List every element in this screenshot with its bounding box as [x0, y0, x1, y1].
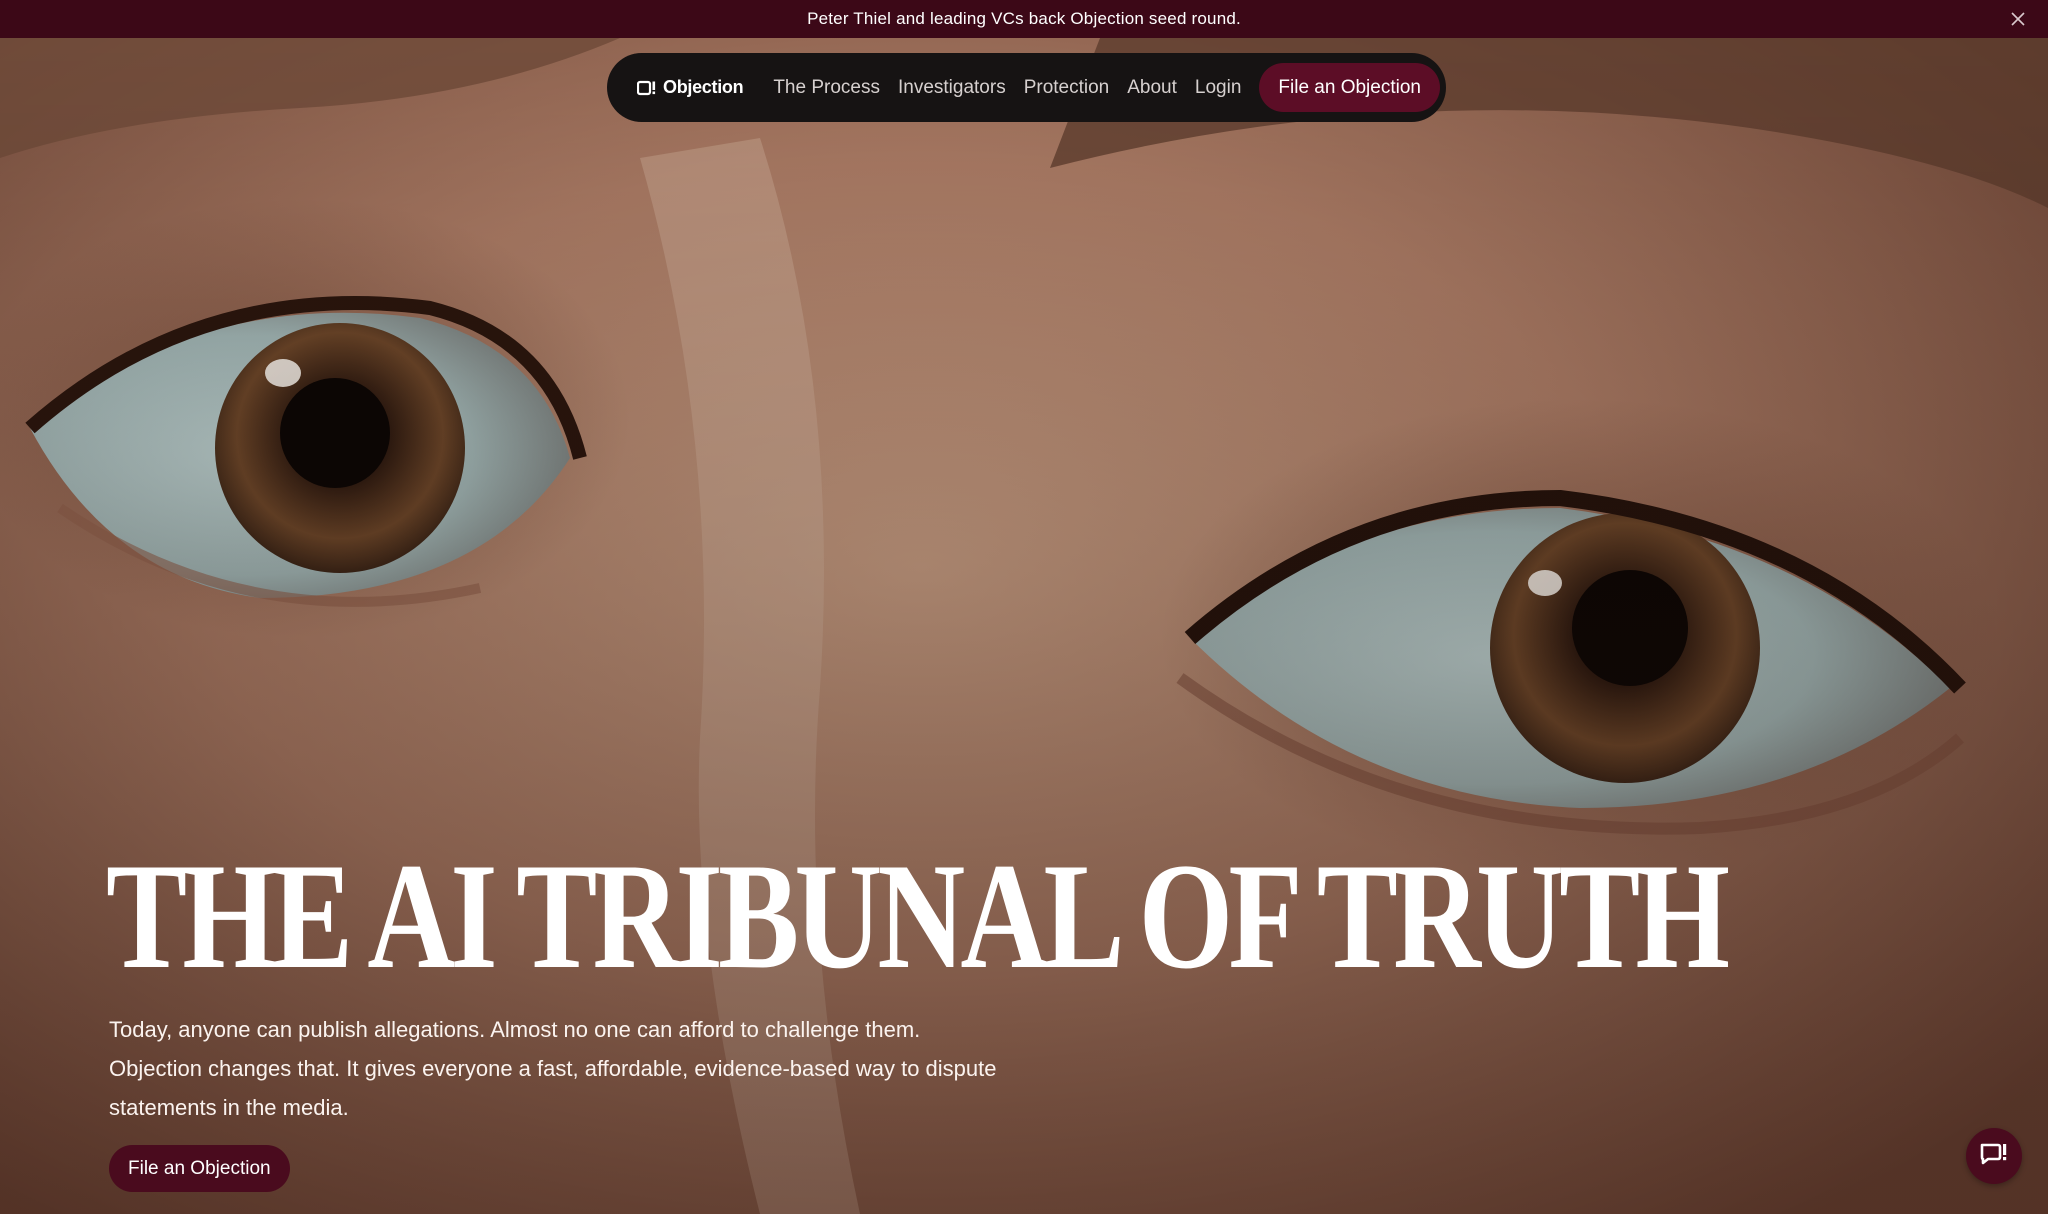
main-nav: Objection The Process Investigators Prot… [607, 53, 1446, 122]
announcement-bar: Peter Thiel and leading VCs back Objecti… [0, 0, 2048, 38]
hero-subtext-line: Today, anyone can publish allegations. A… [109, 1017, 921, 1042]
chat-launcher-button[interactable] [1966, 1128, 2022, 1184]
logo[interactable]: Objection [637, 77, 744, 98]
logo-text: Objection [663, 77, 744, 97]
file-objection-hero-button[interactable]: File an Objection [109, 1145, 290, 1192]
file-objection-nav-button[interactable]: File an Objection [1259, 63, 1440, 112]
nav-link-protection[interactable]: Protection [1024, 77, 1110, 99]
hero-headline: THE AI TRIBUNAL OF TRUTH [106, 832, 1730, 1000]
close-icon[interactable] [2006, 7, 2030, 31]
hero-subtext: Today, anyone can publish allegations. A… [109, 1010, 1069, 1127]
chat-bubble-icon [1979, 1142, 2009, 1171]
hero-subtext-line: Objection changes that. It gives everyon… [109, 1056, 997, 1081]
nav-link-about[interactable]: About [1127, 77, 1177, 99]
hero-subtext-line: statements in the media. [109, 1095, 349, 1120]
announcement-text: Peter Thiel and leading VCs back Objecti… [807, 9, 1241, 28]
nav-link-login[interactable]: Login [1195, 77, 1242, 99]
nav-link-the-process[interactable]: The Process [773, 77, 880, 99]
objection-logo-icon [637, 80, 657, 96]
nav-link-investigators[interactable]: Investigators [898, 77, 1006, 99]
